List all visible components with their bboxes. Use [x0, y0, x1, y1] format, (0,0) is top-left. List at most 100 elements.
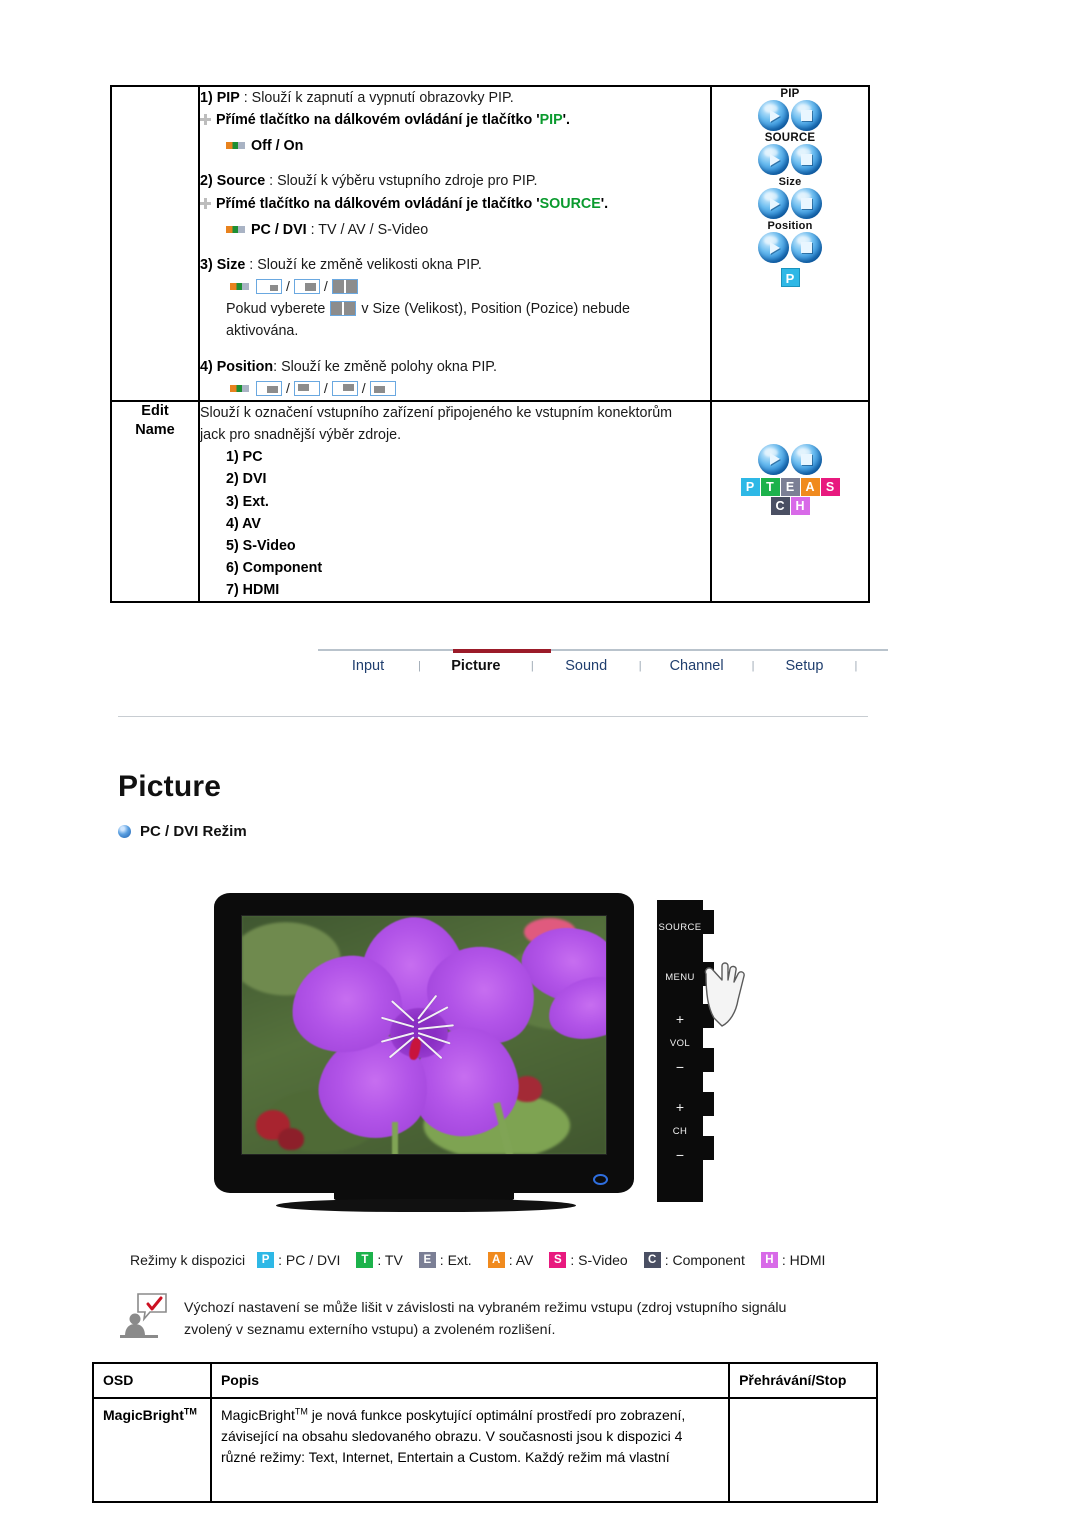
- mode-badge-c: C: [643, 1252, 661, 1268]
- button-group-label-size: Size: [778, 176, 802, 188]
- pip-item-4-number: 4): [200, 358, 213, 375]
- control-vol-down-button[interactable]: −: [657, 1060, 703, 1074]
- tab-input[interactable]: Input: [318, 658, 418, 674]
- mode-badge-h: H: [790, 496, 810, 515]
- legend-label: : HDMI: [781, 1252, 826, 1268]
- bullet-bar-icon: [226, 142, 245, 150]
- pip-remote-key: PIP: [539, 112, 563, 129]
- plus-icon: [200, 114, 211, 126]
- enter-sphere-button[interactable]: [791, 100, 822, 131]
- control-key-tab[interactable]: [703, 1136, 714, 1160]
- pip-item-3-desc: Slouží ke změně velikosti okna PIP.: [257, 256, 482, 273]
- play-sphere-button[interactable]: [758, 100, 789, 131]
- tab-channel[interactable]: Channel: [642, 658, 752, 674]
- edit-name-desc-line2: jack pro snadnější výběr zdroje.: [200, 427, 402, 444]
- control-key-tab[interactable]: [703, 1092, 714, 1116]
- play-sphere-button[interactable]: [758, 188, 789, 219]
- pip-item-2-options: PC / DVI : TV / AV / S-Video: [200, 219, 710, 241]
- play-sphere-button[interactable]: [758, 443, 789, 475]
- pip-item-2-remote: Přímé tlačítko na dálkovém ovládání je t…: [200, 193, 710, 215]
- pip-position-top-right-icon[interactable]: [331, 380, 358, 396]
- tab-setup[interactable]: Setup: [754, 658, 854, 674]
- edit-name-body: Slouží k označení vstupního zařízení při…: [198, 399, 712, 604]
- edit-name-item: 4) AV: [226, 515, 261, 532]
- pip-item-2-name: Source: [216, 173, 266, 190]
- pip-position-bottom-left-icon[interactable]: [369, 380, 396, 396]
- nav-active-indicator: [453, 649, 551, 653]
- legend-item-hdmi: H : HDMI: [760, 1252, 826, 1268]
- mode-badge-s: S: [820, 477, 840, 496]
- monitor-illustration: [214, 893, 634, 1215]
- pip-item-2-number: 2): [200, 173, 213, 190]
- button-pair-edit-name: [712, 443, 868, 475]
- mode-badge-row-2: C H: [741, 496, 840, 515]
- pip-size-medium-icon[interactable]: [293, 279, 320, 295]
- osd-table: OSD Popis Přehrávání/Stop MagicBrightTM …: [92, 1362, 878, 1503]
- mode-badge-s: S: [549, 1252, 567, 1268]
- mode-badge-t: T: [760, 477, 780, 496]
- mode-badge-t: T: [356, 1252, 374, 1268]
- enter-sphere-button[interactable]: [791, 188, 822, 219]
- pip-remote-prefix: Přímé tlačítko na dálkovém ovládání je t…: [216, 112, 540, 129]
- remote-button-stack: PIP SOURCE Size Position P: [712, 88, 868, 288]
- pip-position-bottom-right-icon[interactable]: [256, 380, 282, 396]
- pip-position-top-left-icon[interactable]: [293, 380, 320, 396]
- control-key-tab[interactable]: [703, 1048, 714, 1072]
- monitor-screen: [241, 915, 607, 1155]
- edit-name-row: Edit Name Slouží k označení vstupního za…: [110, 399, 870, 604]
- enter-sphere-button[interactable]: [791, 144, 822, 175]
- note-text: Výchozí nastavení se může lišit v závisl…: [184, 1292, 786, 1341]
- plus-icon: [200, 197, 211, 209]
- pip-item-1-sep: :: [239, 90, 252, 106]
- pip-spec-table: 1) PIP : Slouží k zapnutí a vypnutí obra…: [110, 85, 870, 604]
- pip-item-3-name: Size: [216, 256, 246, 273]
- control-source-button[interactable]: SOURCE: [657, 922, 703, 933]
- pip-size-note-before: Pokud vyberete: [226, 301, 326, 318]
- control-ch-up-button[interactable]: +: [657, 1100, 703, 1114]
- legend-item-component: C : Component: [643, 1252, 745, 1268]
- control-key-tab[interactable]: [703, 910, 714, 934]
- osd-header-play-stop: Přehrávání/Stop: [728, 1362, 878, 1399]
- note-line-2: zvolený v seznamu externího vstupu) a zv…: [184, 1321, 556, 1338]
- enter-sphere-button[interactable]: [791, 232, 822, 263]
- button-pair-size: [712, 188, 868, 219]
- control-vol-up-button[interactable]: +: [657, 1012, 703, 1026]
- note-line-1: Výchozí nastavení se může lišit v závisl…: [184, 1300, 787, 1316]
- osd-table-header-row: OSD Popis Přehrávání/Stop: [92, 1362, 878, 1399]
- play-sphere-button[interactable]: [758, 232, 789, 263]
- enter-sphere-button[interactable]: [791, 443, 822, 475]
- pip-item-4-desc: Slouží ke změně polohy okna PIP.: [281, 358, 497, 375]
- legend-label: : PC / DVI: [278, 1252, 341, 1268]
- pip-size-note-after: v Size (Velikost), Position (Pozice) neb…: [361, 301, 630, 318]
- horizontal-rule: [118, 716, 868, 717]
- pip-size-double-icon[interactable]: [331, 279, 358, 295]
- legend-label: : TV: [377, 1252, 403, 1268]
- tab-picture[interactable]: Picture: [421, 658, 531, 674]
- plant-stem: [392, 1122, 398, 1154]
- pip-row: 1) PIP : Slouží k zapnutí a vypnutí obra…: [110, 85, 870, 402]
- pip-size-note-line2: aktivována.: [226, 323, 299, 340]
- blue-bullet-icon: [118, 825, 131, 838]
- legend-item-s-video: S : S-Video: [549, 1252, 628, 1268]
- osd-row-name-text: MagicBright: [103, 1407, 184, 1423]
- edit-name-item: 3) Ext.: [226, 493, 269, 510]
- pip-item-1-heading: 1) PIP : Slouží k zapnutí a vypnutí obra…: [200, 87, 710, 109]
- edit-name-label-line2: Name: [135, 422, 175, 439]
- mode-badge-block: P T E A S C H: [740, 477, 840, 515]
- monitor-body: [214, 893, 634, 1215]
- hand-cursor-icon: [704, 962, 745, 1027]
- mode-badge-a: A: [487, 1252, 505, 1268]
- play-sphere-button[interactable]: [758, 144, 789, 175]
- osd-row-name: MagicBrightTM: [92, 1397, 212, 1503]
- control-ch-down-button[interactable]: −: [657, 1148, 703, 1162]
- edit-name-item: 1) PC: [226, 449, 263, 466]
- source-remote-prefix: Přímé tlačítko na dálkovém ovládání je t…: [216, 195, 540, 212]
- tab-sound[interactable]: Sound: [534, 658, 639, 674]
- mode-badge-p: P: [257, 1252, 275, 1268]
- osd-row-description: MagicBrightTM je nová funkce poskytující…: [209, 1397, 731, 1503]
- pip-size-small-icon[interactable]: [256, 279, 282, 295]
- pip-size-note-line1: Pokud vyberete v Size (Velikost), Positi…: [200, 298, 710, 320]
- legend-item-tv: T : TV: [356, 1252, 403, 1268]
- control-menu-button[interactable]: MENU: [657, 972, 703, 983]
- monitor-base: [276, 1199, 576, 1212]
